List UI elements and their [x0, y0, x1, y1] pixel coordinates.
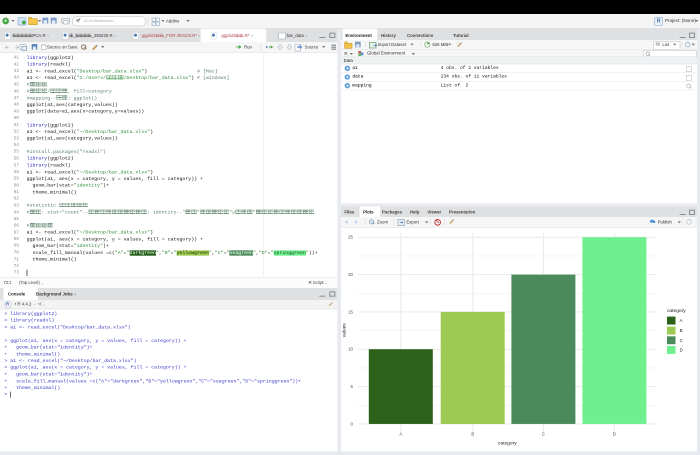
svg-text:D: D [613, 432, 616, 437]
svg-text:15: 15 [348, 309, 353, 314]
svg-text:A: A [680, 318, 683, 323]
svg-text:20: 20 [348, 272, 353, 277]
svg-text:category: category [498, 441, 517, 447]
svg-text:A: A [399, 432, 402, 437]
svg-text:5: 5 [351, 384, 354, 389]
svg-text:B: B [471, 432, 474, 437]
svg-text:C: C [542, 432, 545, 437]
svg-text:0: 0 [351, 421, 354, 426]
svg-text:10: 10 [348, 347, 353, 352]
svg-text:25: 25 [348, 235, 353, 240]
svg-text:category: category [667, 308, 686, 314]
svg-text:values: values [342, 323, 348, 338]
svg-text:B: B [680, 328, 683, 333]
svg-text:C: C [680, 338, 683, 343]
svg-text:D: D [680, 347, 683, 352]
